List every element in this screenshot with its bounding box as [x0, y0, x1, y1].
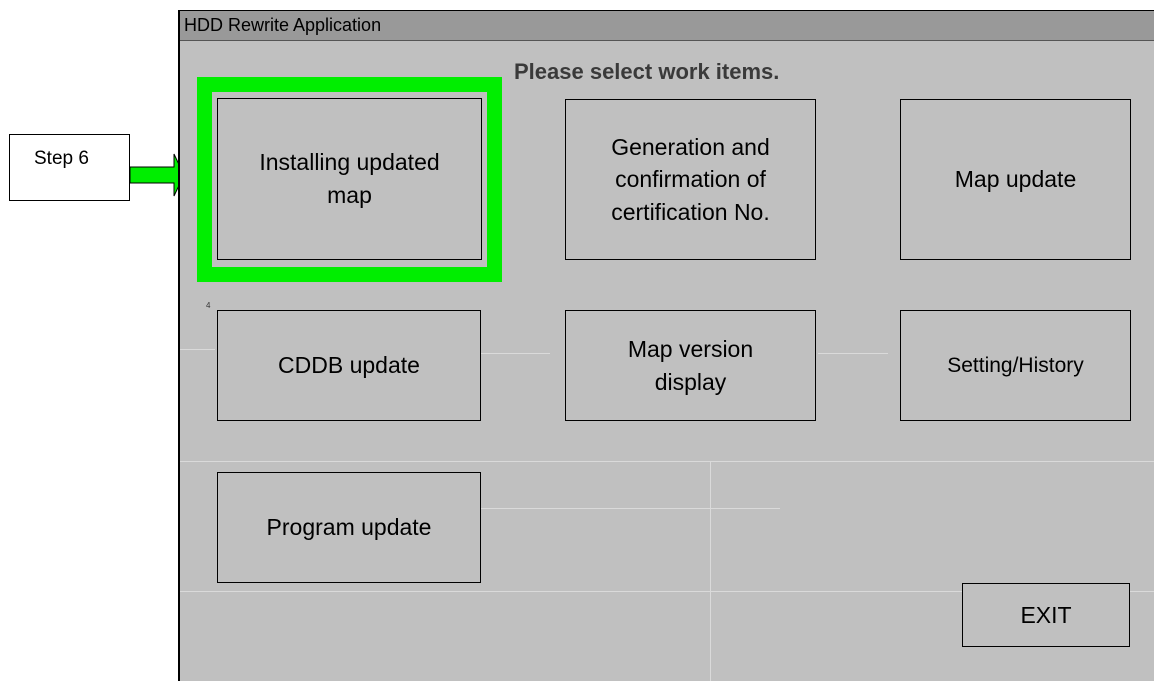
page-prompt: Please select work items.	[514, 59, 780, 84]
faint-divider	[818, 353, 888, 354]
map-update-label: Map update	[954, 166, 1077, 193]
map-version-display-label: Map version display	[627, 335, 754, 395]
page-marker: 4	[206, 301, 211, 310]
program-update-label: Program update	[266, 514, 432, 541]
map-update-button[interactable]: Map update	[900, 99, 1131, 260]
map-version-display-button[interactable]: Map version display	[565, 310, 816, 421]
hdd-rewrite-window: HDD Rewrite Application Please select wo…	[178, 10, 1154, 681]
step-callout: Step 6	[9, 134, 130, 201]
faint-divider	[180, 461, 1154, 462]
faint-divider	[710, 461, 711, 681]
window-title: HDD Rewrite Application	[184, 15, 382, 35]
setting-history-button[interactable]: Setting/History	[900, 310, 1131, 421]
exit-button[interactable]: EXIT	[962, 583, 1130, 647]
window-title-bar: HDD Rewrite Application	[180, 11, 1154, 41]
cddb-update-button[interactable]: CDDB update	[217, 310, 481, 421]
cddb-update-label: CDDB update	[278, 352, 420, 379]
installing-updated-map-button[interactable]: Installing updated map	[217, 98, 482, 260]
step-arrow-icon	[130, 153, 184, 197]
program-update-button[interactable]: Program update	[217, 472, 481, 583]
faint-divider	[180, 349, 215, 350]
installing-updated-map-label: Installing updated map	[259, 149, 440, 208]
step-callout-label: Step 6	[34, 148, 89, 169]
faint-divider	[480, 508, 780, 509]
generation-certification-label: Generation and confirmation of certifica…	[611, 133, 770, 225]
faint-divider	[480, 353, 550, 354]
generation-certification-button[interactable]: Generation and confirmation of certifica…	[565, 99, 816, 260]
exit-label: EXIT	[1020, 601, 1072, 628]
setting-history-label: Setting/History	[947, 353, 1084, 377]
